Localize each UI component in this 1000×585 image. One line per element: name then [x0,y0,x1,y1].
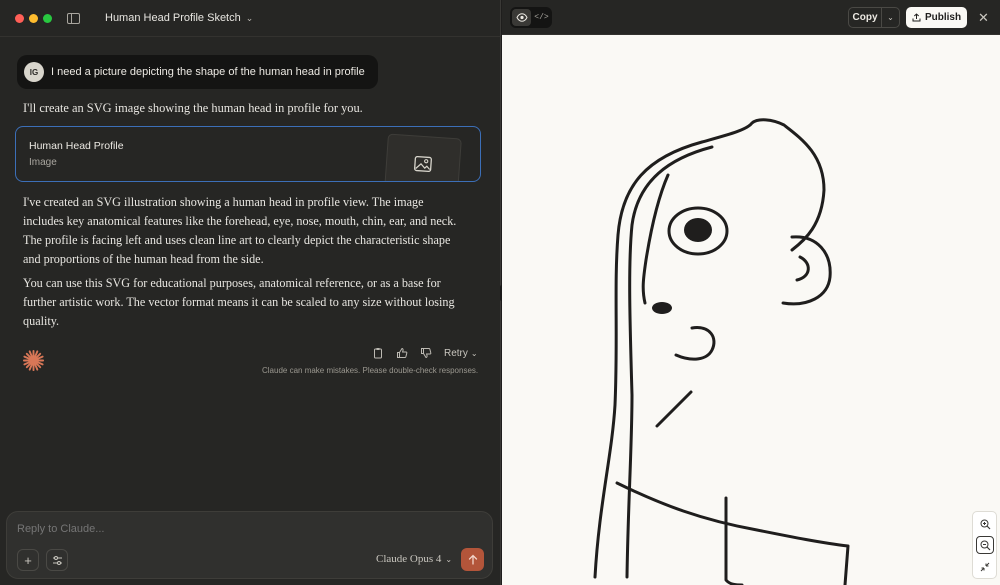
neck-shoulder [615,481,850,585]
copy-options-button[interactable]: ⌄ [882,8,899,27]
user-message-text: I need a picture depicting the shape of … [51,66,365,78]
upload-icon [912,13,921,22]
face-back-contour [625,145,714,579]
minimize-window-button[interactable] [29,14,38,23]
thumbs-up-icon[interactable] [396,347,408,359]
ear-inner [795,255,810,282]
artifact-toolbar: </> Copy ⌄ Publish ✕ [502,0,1000,35]
retry-button[interactable]: Retry ⌄ [444,348,478,359]
fit-to-screen-button[interactable] [976,558,994,576]
copy-button[interactable]: Copy [849,8,882,27]
model-selector[interactable]: Claude Opus 4 ⌄ [376,553,452,565]
zoom-in-icon [980,519,990,529]
ear-outline [781,235,832,306]
chevron-down-icon: ⌄ [445,554,453,564]
collapse-icon [980,562,990,572]
add-attachment-button[interactable]: + [17,549,39,571]
arrow-up-icon [468,554,477,565]
plus-icon: + [24,552,32,568]
artifact-pane: </> Copy ⌄ Publish ✕ [502,0,1000,585]
artifact-type: Image [29,157,57,168]
disclaimer: Claude can make mistakes. Please double-… [262,366,479,375]
thumbs-down-icon[interactable] [420,347,432,359]
chat-pane: Human Head Profile Sketch ⌄ IG I need a … [0,0,501,585]
publish-button[interactable]: Publish [906,7,967,28]
code-icon: </> [534,13,549,22]
maximize-window-button[interactable] [43,14,52,23]
close-panel-icon[interactable]: ✕ [978,10,989,26]
chat-title-dropdown[interactable]: Human Head Profile Sketch ⌄ [105,12,253,24]
close-window-button[interactable] [15,14,24,23]
artifact-card[interactable]: Human Head Profile Image [15,126,481,182]
retry-label: Retry [444,347,468,359]
chat-title: Human Head Profile Sketch [105,12,241,24]
sliders-icon [52,555,62,565]
assistant-intro: I'll create an SVG image showing the hum… [23,101,363,115]
assistant-paragraph-1: I've created an SVG illustration showing… [23,195,457,266]
code-tab[interactable]: </> [532,9,551,26]
copy-button-group: Copy ⌄ [848,7,900,28]
avatar: IG [24,62,44,82]
mouth-curve [674,326,716,361]
pupil [684,218,712,242]
zoom-out-icon [980,540,990,550]
tools-button[interactable] [46,549,68,571]
copy-icon[interactable] [372,347,384,359]
zoom-in-button[interactable] [976,515,994,533]
artifact-title: Human Head Profile [29,140,124,152]
titlebar: Human Head Profile Sketch ⌄ [0,0,501,37]
chevron-down-icon: ⌄ [887,13,894,22]
send-button[interactable] [461,548,484,571]
publish-label: Publish [924,12,962,23]
composer: + Claude Opus 4 ⌄ [6,511,493,579]
sidebar-toggle-icon[interactable] [67,13,80,24]
zoom-controls [972,511,997,579]
user-message: IG I need a picture depicting the shape … [17,55,378,89]
nostril [652,302,672,314]
head-profile-drawing [593,118,850,585]
eye-icon [515,13,528,22]
forehead-line [641,173,670,305]
image-icon [414,155,432,173]
chevron-down-icon: ⌄ [245,12,254,23]
preview-tab[interactable] [512,9,531,26]
message-actions: Retry ⌄ [372,347,478,359]
assistant-paragraph-2: You can use this SVG for educational pur… [23,276,455,328]
view-toggle: </> [510,7,552,28]
claude-logo-icon [22,349,45,372]
model-name: Claude Opus 4 [376,553,442,565]
reply-input[interactable] [17,523,397,535]
chevron-down-icon: ⌄ [470,348,478,358]
chin-line [655,390,693,428]
artifact-thumbnail [384,133,462,181]
zoom-out-button[interactable] [976,536,994,554]
neck-inner [724,496,744,585]
